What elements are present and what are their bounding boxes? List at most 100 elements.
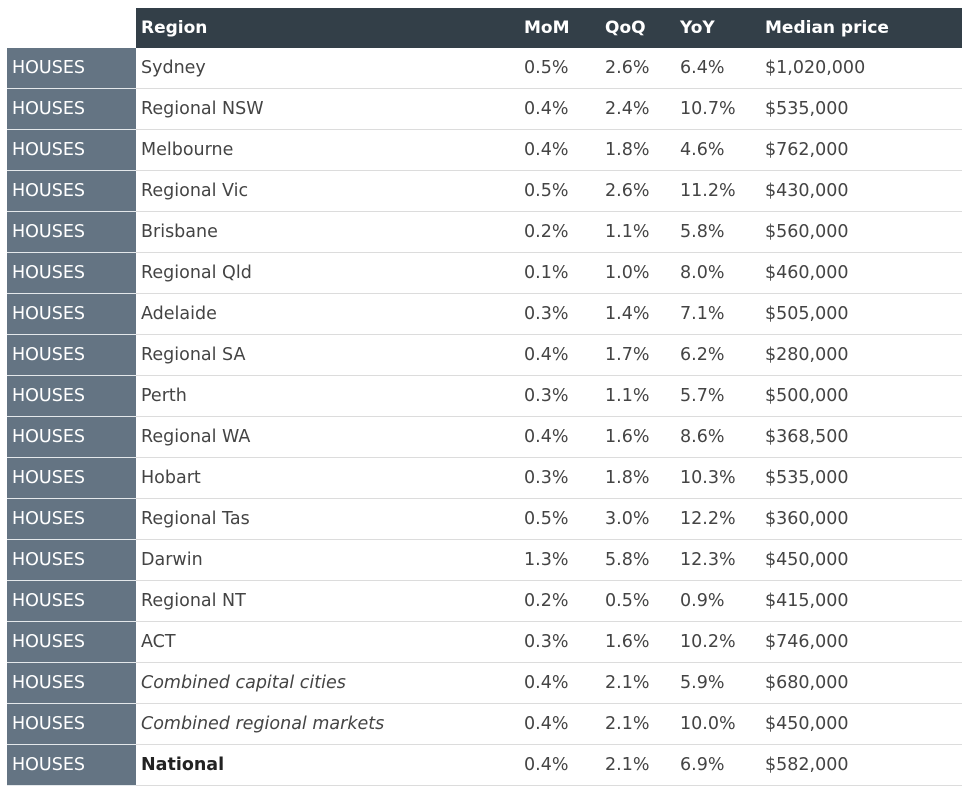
property-type-cell: HOUSES [7,704,136,745]
region-cell: Regional Vic [141,181,249,201]
mom-cell: 0.5% [524,509,569,529]
median-price-cell: $505,000 [765,304,849,324]
median-price-cell: $280,000 [765,345,849,365]
yoy-cell: 0.9% [680,591,725,611]
region-cell: Regional Tas [141,509,250,529]
table-row: HOUSES ACT 0.3% 1.6% 10.2% $746,000 [7,622,962,663]
region-cell: Darwin [141,550,203,570]
yoy-cell: 5.9% [680,673,725,693]
header-blank-cell [7,8,136,48]
row-cells: Regional Tas 0.5% 3.0% 12.2% $360,000 [136,499,962,540]
property-type-cell: HOUSES [7,663,136,704]
property-type-cell: HOUSES [7,745,136,786]
median-price-cell: $500,000 [765,386,849,406]
region-cell: Brisbane [141,222,218,242]
qoq-cell: 1.8% [605,140,650,160]
header-median-price: Median price [765,18,889,38]
table-body: HOUSES Sydney 0.5% 2.6% 6.4% $1,020,000 HOUSES… [7,48,962,786]
mom-cell: 0.3% [524,386,569,406]
header-mom: MoM [524,18,570,38]
row-cells: Melbourne 0.4% 1.8% 4.6% $762,000 [136,130,962,171]
qoq-cell: 1.4% [605,304,650,324]
qoq-cell: 1.1% [605,222,650,242]
row-cells: Regional Vic 0.5% 2.6% 11.2% $430,000 [136,171,962,212]
property-type-cell: HOUSES [7,48,136,89]
region-cell: Perth [141,386,187,406]
median-price-cell: $680,000 [765,673,849,693]
mom-cell: 0.3% [524,632,569,652]
row-cells: Combined capital cities 0.4% 2.1% 5.9% $680,… [136,663,962,704]
table-row: HOUSES Melbourne 0.4% 1.8% 4.6% $762,000 [7,130,962,171]
yoy-cell: 12.2% [680,509,736,529]
row-cells: National 0.4% 2.1% 6.9% $582,000 [136,745,962,786]
row-cells: Regional NT 0.2% 0.5% 0.9% $415,000 [136,581,962,622]
mom-cell: 0.5% [524,181,569,201]
median-price-cell: $535,000 [765,468,849,488]
mom-cell: 0.4% [524,99,569,119]
region-cell: Regional NT [141,591,246,611]
median-price-cell: $535,000 [765,99,849,119]
yoy-cell: 10.2% [680,632,736,652]
qoq-cell: 2.1% [605,673,650,693]
mom-cell: 0.3% [524,468,569,488]
row-cells: Brisbane 0.2% 1.1% 5.8% $560,000 [136,212,962,253]
region-cell: Hobart [141,468,201,488]
table-row: HOUSES Regional NSW 0.4% 2.4% 10.7% $535,000 [7,89,962,130]
yoy-cell: 6.9% [680,755,725,775]
qoq-cell: 1.6% [605,427,650,447]
property-type-cell: HOUSES [7,294,136,335]
property-type-cell: HOUSES [7,253,136,294]
region-cell: Sydney [141,58,206,78]
property-type-cell: HOUSES [7,212,136,253]
header-yoy: YoY [680,18,715,38]
yoy-cell: 4.6% [680,140,725,160]
qoq-cell: 1.0% [605,263,650,283]
row-cells: Hobart 0.3% 1.8% 10.3% $535,000 [136,458,962,499]
qoq-cell: 2.4% [605,99,650,119]
qoq-cell: 5.8% [605,550,650,570]
yoy-cell: 8.6% [680,427,725,447]
property-type-cell: HOUSES [7,540,136,581]
table-row: HOUSES Regional NT 0.2% 0.5% 0.9% $415,000 [7,581,962,622]
yoy-cell: 12.3% [680,550,736,570]
property-type-cell: HOUSES [7,130,136,171]
median-price-cell: $415,000 [765,591,849,611]
row-cells: ACT 0.3% 1.6% 10.2% $746,000 [136,622,962,663]
table-row: HOUSES Regional Vic 0.5% 2.6% 11.2% $430,000 [7,171,962,212]
region-cell: Combined capital cities [141,673,346,693]
property-type-cell: HOUSES [7,335,136,376]
median-price-cell: $430,000 [765,181,849,201]
qoq-cell: 3.0% [605,509,650,529]
median-price-cell: $450,000 [765,714,849,734]
median-price-cell: $1,020,000 [765,58,866,78]
property-type-cell: HOUSES [7,89,136,130]
property-type-cell: HOUSES [7,376,136,417]
yoy-cell: 6.2% [680,345,725,365]
yoy-cell: 5.7% [680,386,725,406]
header-region: Region [141,18,208,38]
mom-cell: 0.4% [524,345,569,365]
table-row: HOUSES Combined regional markets 0.4% 2.1% 1… [7,704,962,745]
property-type-cell: HOUSES [7,458,136,499]
mom-cell: 0.4% [524,714,569,734]
property-type-cell: HOUSES [7,171,136,212]
property-type-cell: HOUSES [7,417,136,458]
mom-cell: 0.5% [524,58,569,78]
qoq-cell: 1.7% [605,345,650,365]
mom-cell: 1.3% [524,550,569,570]
mom-cell: 0.3% [524,304,569,324]
yoy-cell: 10.3% [680,468,736,488]
yoy-cell: 10.0% [680,714,736,734]
table-row: HOUSES Sydney 0.5% 2.6% 6.4% $1,020,000 [7,48,962,89]
median-price-cell: $360,000 [765,509,849,529]
mom-cell: 0.2% [524,591,569,611]
table-row: HOUSES Adelaide 0.3% 1.4% 7.1% $505,000 [7,294,962,335]
table-row: HOUSES Regional Qld 0.1% 1.0% 8.0% $460,000 [7,253,962,294]
property-type-cell: HOUSES [7,499,136,540]
row-cells: Combined regional markets 0.4% 2.1% 10.0% $4… [136,704,962,745]
median-price-cell: $582,000 [765,755,849,775]
property-type-cell: HOUSES [7,581,136,622]
table-row: HOUSES Darwin 1.3% 5.8% 12.3% $450,000 [7,540,962,581]
median-price-cell: $762,000 [765,140,849,160]
median-price-cell: $368,500 [765,427,849,447]
